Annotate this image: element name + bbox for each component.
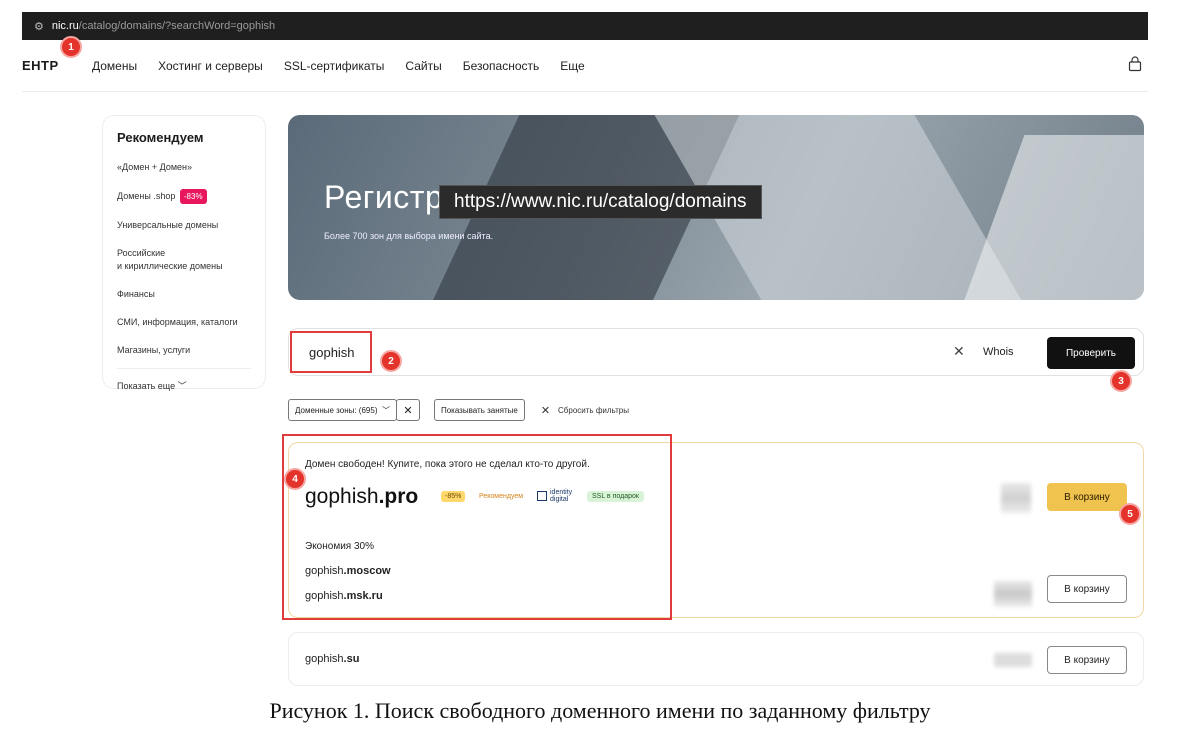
hero-subtitle: Более 700 зон для выбора имени сайта. <box>324 231 494 241</box>
divider <box>117 368 251 369</box>
sidebar-item-finance[interactable]: Финансы <box>117 288 251 301</box>
step-marker-4: 4 <box>284 468 306 490</box>
domain-tld: .su <box>343 653 360 665</box>
show-taken-button[interactable]: Показывать занятые <box>433 399 525 421</box>
show-more-button[interactable]: Показать еще ﹀ <box>117 379 251 392</box>
sidebar-item-shops[interactable]: Магазины, услуги <box>117 344 251 357</box>
step-marker-1: 1 <box>60 36 82 58</box>
sidebar-item-russian[interactable]: Российские и кириллические домены <box>117 247 251 273</box>
blurred-price <box>994 581 1032 607</box>
site-settings-icon[interactable]: ⚙ <box>34 20 44 33</box>
sidebar-item-domain-plus[interactable]: «Домен + Домен» <box>117 161 251 174</box>
whois-link[interactable]: Whois <box>983 346 1014 358</box>
nav-item-domains[interactable]: Домены <box>92 59 137 73</box>
figure-caption: Рисунок 1. Поиск свободного доменного им… <box>269 698 931 723</box>
sidebar-title: Рекомендуем <box>117 130 204 145</box>
filter-bar: Доменные зоны: (695) ﹀ ✕ Показывать заня… <box>288 398 629 422</box>
browser-url-bar[interactable]: ⚙ nic.ru/catalog/domains/?searchWord=gop… <box>22 12 1148 40</box>
sidebar-item-media[interactable]: СМИ, информация, каталоги <box>117 316 251 329</box>
blurred-price <box>994 653 1032 667</box>
discount-badge: -83% <box>179 189 207 204</box>
url-path: /catalog/domains/?searchWord=gophish <box>78 20 276 32</box>
highlight-search-box <box>290 331 372 373</box>
reset-filters-button[interactable]: ✕ Сбросить фильтры <box>541 404 629 417</box>
step-marker-5: 5 <box>1119 503 1141 525</box>
step-marker-2: 2 <box>380 350 402 372</box>
close-icon: ✕ <box>403 404 413 417</box>
close-icon[interactable]: ✕ <box>953 343 965 360</box>
sidebar-item-label: Домены .shop <box>117 191 176 201</box>
zone-filter-group: Доменные зоны: (695) ﹀ ✕ <box>288 399 420 421</box>
highlight-results-box <box>282 434 672 620</box>
add-to-cart-bundle-button[interactable]: В корзину <box>1047 575 1127 603</box>
nav-item-more[interactable]: Еще <box>560 59 584 73</box>
domain-name: gophish <box>305 653 344 665</box>
domain-search-bar: gophish ✕ Whois Проверить <box>288 328 1144 376</box>
sidebar-item-shop[interactable]: Домены .shop -83% <box>117 189 251 204</box>
show-more-label: Показать еще <box>117 381 176 391</box>
cart-icon[interactable] <box>1128 56 1142 72</box>
zone-filter-label: Доменные зоны: (695) <box>295 405 378 415</box>
step-marker-3: 3 <box>1110 370 1132 392</box>
add-to-cart-su-button[interactable]: В корзину <box>1047 646 1127 674</box>
top-navigation: ЕНТР Домены Хостинг и серверы SSL-сертиф… <box>22 40 1148 92</box>
domain-su[interactable]: gophish.su <box>305 653 359 665</box>
sidebar-item-universal[interactable]: Универсальные домены <box>117 219 251 232</box>
close-icon: ✕ <box>540 404 551 417</box>
chevron-down-icon: ﹀ <box>381 405 390 415</box>
check-button[interactable]: Проверить <box>1047 337 1135 369</box>
screenshot: ⚙ nic.ru/catalog/domains/?searchWord=gop… <box>22 12 1148 692</box>
add-to-cart-button[interactable]: В корзину <box>1047 483 1127 511</box>
clear-zone-filter-button[interactable]: ✕ <box>395 399 420 421</box>
nav-item-sites[interactable]: Сайты <box>405 59 441 73</box>
nav-item-ssl[interactable]: SSL-сертификаты <box>284 59 385 73</box>
url-tooltip: https://www.nic.ru/catalog/domains <box>439 185 762 219</box>
reset-filters-label: Сбросить фильтры <box>558 405 629 415</box>
url-host: nic.ru <box>51 20 79 32</box>
blurred-price <box>1001 483 1031 513</box>
nav-item-hosting[interactable]: Хостинг и серверы <box>158 59 263 73</box>
hero-building-shape <box>951 135 1144 300</box>
chevron-down-icon: ﹀ <box>177 381 187 391</box>
sidebar-item-label: Российские <box>117 248 166 258</box>
result-card-su: gophish.su В корзину <box>288 632 1144 686</box>
sidebar-item-label-2: и кириллические домены <box>117 261 223 271</box>
hero-title: Регистр <box>324 179 444 215</box>
nav-item-security[interactable]: Безопасность <box>463 59 540 73</box>
sidebar-recommend: Рекомендуем «Домен + Домен» Домены .shop… <box>102 115 266 392</box>
logo[interactable]: ЕНТР <box>22 58 92 73</box>
zone-filter-dropdown[interactable]: Доменные зоны: (695) ﹀ <box>288 399 397 421</box>
